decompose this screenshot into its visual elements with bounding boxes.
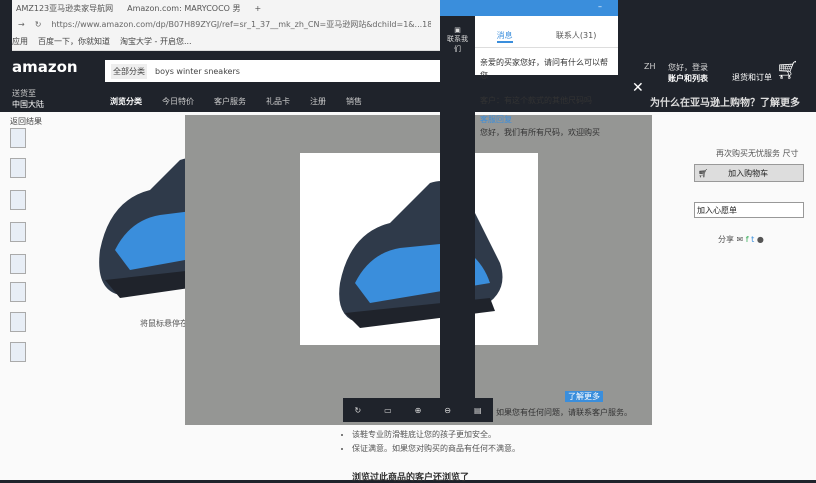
facebook-icon[interactable]: f bbox=[746, 235, 749, 244]
nav-item[interactable]: 礼品卡 bbox=[266, 96, 290, 107]
zoom-out-icon[interactable]: ⊖ bbox=[444, 406, 451, 415]
deliver-to[interactable]: 送货至 中国大陆 bbox=[12, 88, 44, 110]
email-icon[interactable]: ✉ bbox=[737, 235, 744, 244]
add-to-cart-button[interactable]: 🛒︎ 加入购物车 bbox=[694, 164, 804, 182]
thumbnail[interactable] bbox=[10, 342, 26, 362]
bookmark[interactable]: 百度一下，你就知道 bbox=[38, 36, 110, 47]
forward-icon[interactable]: → bbox=[18, 20, 25, 29]
nav-item[interactable]: 今日特价 bbox=[162, 96, 194, 107]
chat-titlebar: – bbox=[440, 0, 618, 16]
tab[interactable]: Amazon.com: MARYCOCO 男 bbox=[127, 3, 240, 14]
new-tab-button[interactable]: + bbox=[255, 4, 262, 13]
nav-item[interactable]: 销售 bbox=[346, 96, 362, 107]
buy-label: 再次购买无忧服务 尺寸 bbox=[716, 149, 799, 158]
tab-messages[interactable]: 消息 bbox=[496, 30, 513, 43]
chat-messages: 亲爱的买家您好，请问有什么可以帮您 客户：有这个款式的其他尺码吗 客服回复 您好… bbox=[480, 58, 608, 137]
thumbnail[interactable] bbox=[10, 282, 26, 302]
search-category[interactable]: 全部分类 bbox=[111, 63, 147, 79]
account-menu[interactable]: 您好，登录 账户和列表 bbox=[668, 62, 708, 84]
amazon-logo[interactable]: amazon bbox=[12, 58, 78, 76]
section-heading: 浏览过此商品的客户还浏览了 bbox=[352, 473, 470, 483]
nav-bar: 浏览分类 今日特价 客户服务 礼品卡 注册 销售 bbox=[110, 96, 362, 107]
promo-link[interactable]: 为什么在亚马逊上购物？了解更多 bbox=[650, 94, 800, 109]
chat-sidebar: ▣ 联系我们 bbox=[440, 16, 475, 420]
minimize-icon[interactable]: – bbox=[598, 2, 602, 11]
address-bar: → ↻ https://www.amazon.com/dp/B07H89ZYGJ… bbox=[12, 16, 440, 33]
thumbnail[interactable] bbox=[10, 254, 26, 274]
image-toolbar: ↻ ▭ ⊕ ⊖ ▤ bbox=[343, 398, 493, 422]
save-icon[interactable]: ▤ bbox=[474, 406, 482, 415]
language[interactable]: ZH bbox=[644, 62, 656, 71]
note-text: 如果您有任何问题，请联系客户服务。 bbox=[496, 408, 632, 417]
thumbnail[interactable] bbox=[10, 128, 26, 148]
contact-button[interactable]: ▣ 联系我们 bbox=[444, 26, 471, 54]
url-field[interactable]: https://www.amazon.com/dp/B07H89ZYGJ/ref… bbox=[51, 19, 431, 30]
bookmark[interactable]: 淘宝大学 - 开启您... bbox=[120, 36, 192, 47]
search-input[interactable]: boys winter sneakers bbox=[155, 67, 240, 76]
bookmarks-bar: 应用 百度一下，你就知道 淘宝大学 - 开启您... bbox=[12, 33, 440, 51]
thumbnail[interactable] bbox=[10, 158, 26, 178]
thumbnail[interactable] bbox=[10, 222, 26, 242]
rotate-icon[interactable]: ↻ bbox=[354, 406, 361, 415]
zoomed-image[interactable] bbox=[300, 153, 538, 345]
product-bullets: 该鞋专业防滑鞋底让您的孩子更加安全。 保证满意。如果您对购买的商品有任何不满意。 bbox=[352, 428, 520, 456]
nav-item[interactable]: 注册 bbox=[310, 96, 326, 107]
search-bar: 全部分类 boys winter sneakers bbox=[105, 60, 440, 82]
fit-icon[interactable]: ▭ bbox=[384, 406, 392, 415]
thumbnail[interactable] bbox=[10, 312, 26, 332]
close-icon[interactable]: ✕ bbox=[632, 80, 644, 96]
nav-item[interactable]: 浏览分类 bbox=[110, 96, 142, 107]
chat-tabs: 消息 联系人(31) bbox=[475, 30, 618, 48]
breadcrumb[interactable]: 返回结果 bbox=[10, 116, 42, 127]
tab-contacts[interactable]: 联系人(31) bbox=[556, 30, 596, 43]
cart-icon: 🛒︎ bbox=[698, 168, 709, 178]
share-row: 分享 ✉ f t ● bbox=[718, 235, 764, 244]
twitter-icon[interactable]: t bbox=[751, 235, 754, 244]
bookmark[interactable]: 应用 bbox=[12, 36, 28, 47]
reload-icon[interactable]: ↻ bbox=[35, 20, 42, 29]
wishlist-button[interactable]: 加入心愿单 bbox=[694, 202, 804, 218]
cart-icon[interactable]: 🛒︎ bbox=[776, 60, 799, 81]
thumbnail[interactable] bbox=[10, 190, 26, 210]
tab[interactable]: AMZ123亚马逊卖家导航网 bbox=[16, 3, 113, 14]
learn-more-highlight[interactable]: 了解更多 bbox=[565, 391, 603, 402]
nav-item[interactable]: 客户服务 bbox=[214, 96, 246, 107]
zoom-in-icon[interactable]: ⊕ bbox=[415, 406, 422, 415]
browser-tabs: AMZ123亚马逊卖家导航网 Amazon.com: MARYCOCO 男 + bbox=[12, 0, 440, 16]
orders-link[interactable]: 退货和订单 bbox=[732, 72, 772, 83]
pinterest-icon[interactable]: ● bbox=[757, 235, 764, 244]
